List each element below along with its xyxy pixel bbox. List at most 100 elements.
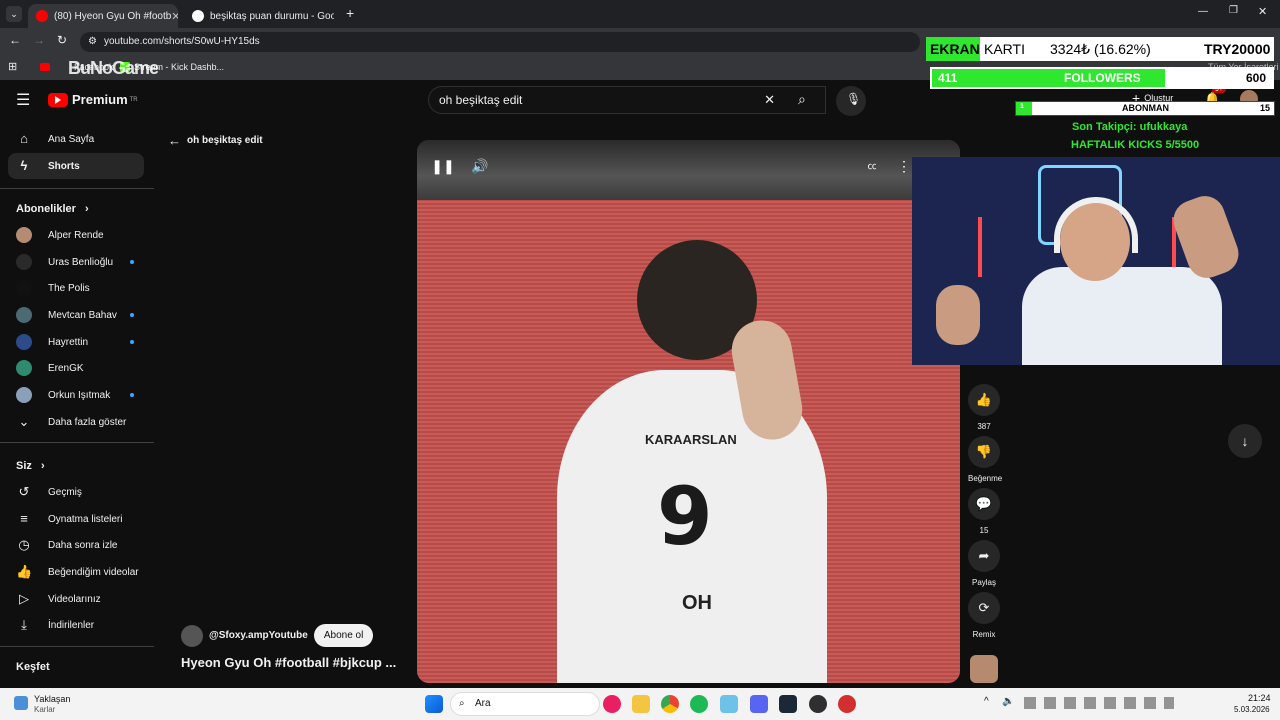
taskbar-search-placeholder: Ara: [475, 698, 491, 709]
sidebar-item-label: Shorts: [48, 160, 80, 172]
streamer-body: [1022, 267, 1222, 365]
goal-target: TRY20000: [1204, 41, 1271, 57]
voice-search-button[interactable]: 🎙: [836, 86, 866, 116]
weather-title: Yaklaşan: [34, 694, 71, 704]
volume-button[interactable]: 🔊: [465, 151, 495, 181]
url-field[interactable]: ⚙ youtube.com/shorts/S0wU-HY15ds: [80, 32, 920, 52]
tab-youtube[interactable]: (80) Hyeon Gyu Oh #footb ✕: [28, 4, 178, 28]
new-content-dot: [130, 340, 134, 344]
taskbar-search[interactable]: ⌕ Ara: [450, 692, 600, 716]
jersey-name: OH: [682, 592, 712, 614]
channel-row: @Sfoxy.ampYoutube Abone ol: [181, 624, 374, 647]
close-window-icon[interactable]: ✕: [1258, 5, 1267, 18]
url-text: youtube.com/shorts/S0wU-HY15ds: [104, 36, 260, 47]
captions-button[interactable]: ㏄: [857, 151, 887, 181]
comments-button[interactable]: 💬 15: [968, 488, 1000, 535]
channel-name: Hayrettin: [48, 336, 89, 348]
sidebar-item-home[interactable]: ⌂ Ana Sayfa: [8, 126, 144, 152]
sidebar-channel[interactable]: ErenGK: [8, 355, 144, 381]
file-explorer-icon[interactable]: [632, 695, 650, 713]
tray-app-icons[interactable]: [1024, 697, 1174, 709]
sidebar-channel[interactable]: Uras Benlioğlu: [8, 249, 144, 275]
new-tab-button[interactable]: +: [346, 5, 354, 21]
subscriptions-heading[interactable]: Abonelikler ›: [16, 203, 89, 215]
channel-name: Mevtcan Bahav: [48, 309, 117, 321]
sidebar-channel[interactable]: Orkun Işıtmak: [8, 382, 144, 408]
new-content-dot: [130, 260, 134, 264]
microphone-icon: 🎙: [846, 92, 862, 106]
volume-tray-icon[interactable]: 🔈: [1002, 696, 1014, 707]
back-to-search[interactable]: ← oh beşiktaş edit: [168, 133, 263, 148]
goal-amount: 3324₺ (16.62%): [1050, 41, 1151, 57]
sidebar-item-downloads[interactable]: ⤓ İndirilenler: [8, 612, 144, 638]
back-arrow-icon[interactable]: ←: [9, 33, 21, 47]
shorts-video-player[interactable]: KARAARSLAN 9 OH ❚❚ 🔊 ㏄ ⋮: [417, 140, 960, 683]
show-more-label: Daha fazla göster: [48, 416, 127, 428]
chevron-right-icon: ›: [40, 460, 45, 472]
forward-arrow-icon[interactable]: →: [33, 33, 45, 47]
dislike-button[interactable]: 👎 Beğenme: [968, 436, 1002, 483]
sidebar-channel[interactable]: Hayrettin: [8, 329, 144, 355]
minimize-icon[interactable]: —: [1198, 6, 1208, 17]
channel-avatar: [16, 360, 32, 376]
steam-icon[interactable]: [779, 695, 797, 713]
sidebar-item-watch-later[interactable]: ◷ Daha sonra izle: [8, 532, 144, 558]
subscribe-button[interactable]: Abone ol: [313, 624, 374, 647]
tab-google[interactable]: beşiktaş puan durumu - Google ✕: [184, 4, 334, 28]
tray-chevron-icon[interactable]: ^: [984, 696, 989, 707]
clear-search-icon[interactable]: ✕: [764, 92, 775, 108]
sidebar-channel[interactable]: Mevtcan Bahav: [8, 302, 144, 328]
video-title[interactable]: Hyeon Gyu Oh #football #bjkcup ...: [181, 655, 401, 670]
discord-icon[interactable]: [750, 695, 768, 713]
followers-label: FOLLOWERS: [1064, 71, 1141, 85]
sound-thumbnail[interactable]: [970, 655, 998, 683]
tab-list-button[interactable]: ⌄: [6, 6, 22, 22]
obs-icon[interactable]: [809, 695, 827, 713]
channel-avatar[interactable]: [181, 624, 203, 647]
sidebar-item-playlists[interactable]: ≡ Oynatma listeleri: [8, 506, 144, 532]
next-video-button[interactable]: ↓: [1228, 424, 1262, 458]
sidebar-item-shorts[interactable]: ϟ Shorts: [8, 153, 144, 179]
watermark-logo: BuNoGame: [68, 58, 159, 78]
site-info-icon[interactable]: ⚙: [88, 32, 97, 52]
channel-handle[interactable]: @Sfoxy.ampYoutube: [209, 630, 308, 641]
search-button[interactable]: ⌕: [786, 86, 826, 114]
apps-grid-icon[interactable]: ⊞: [8, 60, 17, 73]
weather-sub: Karlar: [34, 705, 56, 714]
spotify-icon[interactable]: [690, 695, 708, 713]
show-more-button[interactable]: ⌄ Daha fazla göster: [8, 409, 144, 435]
sidebar-item-your-videos[interactable]: ▷ Videolarınız: [8, 586, 144, 612]
reload-icon[interactable]: ↻: [57, 33, 67, 47]
sidebar-item-history[interactable]: ↺ Geçmiş: [8, 479, 144, 505]
streamer-webcam: [912, 157, 1280, 365]
sidebar-channel[interactable]: Alper Rende: [8, 222, 144, 248]
channel-name: Alper Rende: [48, 229, 104, 241]
close-tab-icon[interactable]: ✕: [171, 10, 178, 23]
subs-label: ABONMAN: [1122, 103, 1169, 113]
clock-date[interactable]: 5.03.2026: [1234, 705, 1270, 714]
you-heading[interactable]: Siz ›: [16, 460, 45, 472]
youtube-logo[interactable]: Premium TR: [48, 92, 138, 107]
sidebar-channel[interactable]: The Polis: [8, 275, 144, 301]
start-icon[interactable]: [425, 695, 443, 713]
sidebar-item-liked[interactable]: 👍 Beğendiğim videolar: [8, 559, 144, 585]
network-app-icon[interactable]: [720, 695, 738, 713]
media-player-icon[interactable]: [603, 695, 621, 713]
pause-button[interactable]: ❚❚: [428, 151, 458, 181]
like-button[interactable]: 👍 387: [968, 384, 1000, 431]
search-input[interactable]: oh beşiktaş edit ✕: [428, 86, 826, 114]
followers-goal: 411 FOLLOWERS 600: [930, 67, 1274, 89]
share-button[interactable]: ➦ Paylaş: [968, 540, 1000, 587]
remix-button[interactable]: ⟳ Remix: [968, 592, 1000, 639]
chrome-icon[interactable]: [661, 695, 679, 713]
share-icon: ➦: [968, 540, 1000, 572]
app-red-icon[interactable]: [838, 695, 856, 713]
restore-icon[interactable]: ❐: [1229, 5, 1238, 16]
thumbs-down-icon: 👎: [968, 436, 1000, 468]
menu-hamburger-icon[interactable]: ☰: [16, 90, 30, 110]
history-icon: ↺: [18, 484, 30, 499]
clock-time[interactable]: 21:24: [1248, 693, 1271, 703]
sidebar: ⌂ Ana Sayfa ϟ Shorts Abonelikler › Alper…: [0, 120, 154, 690]
bookmark-youtube-icon[interactable]: [40, 63, 50, 71]
weather-icon[interactable]: [14, 696, 28, 710]
